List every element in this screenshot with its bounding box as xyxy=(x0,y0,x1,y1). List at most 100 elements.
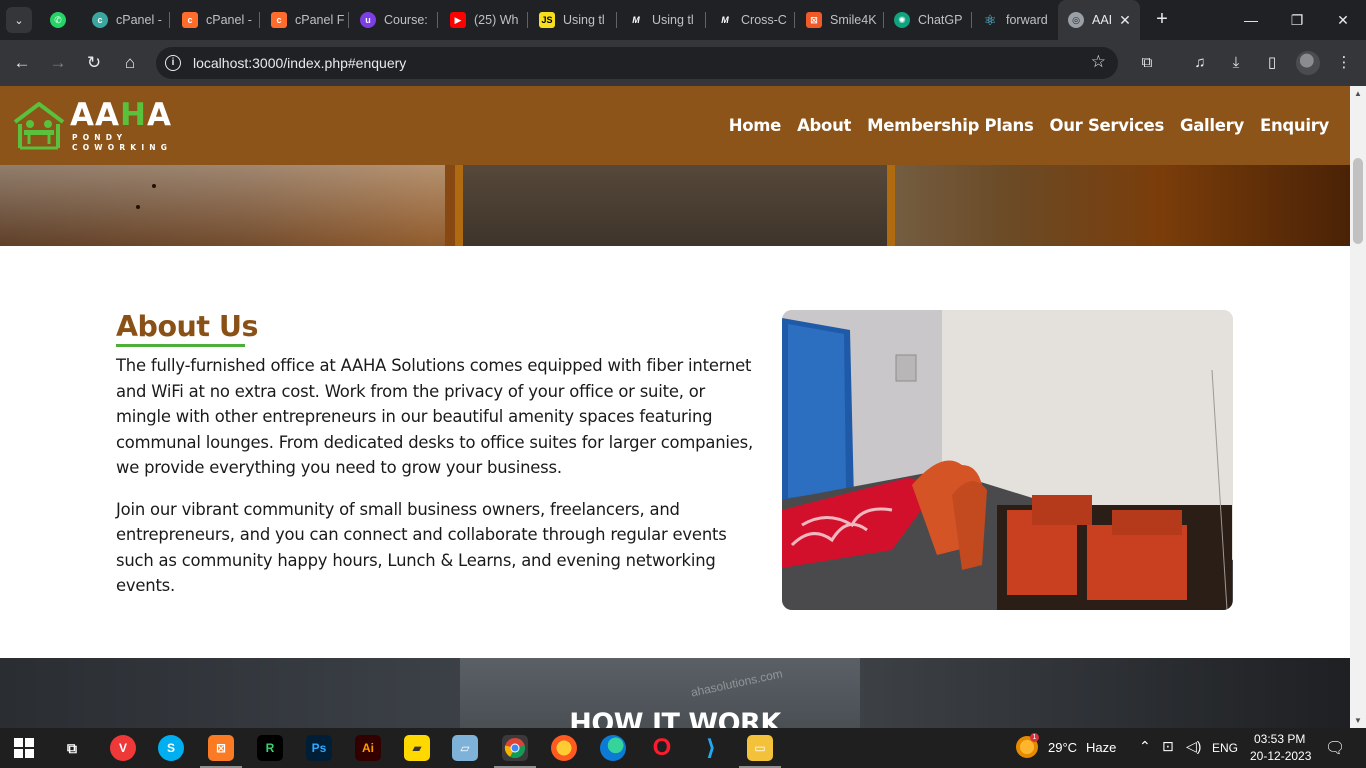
about-paragraph-1: The fully-furnished office at AAHA Solut… xyxy=(116,356,753,477)
network-icon[interactable]: ⊡ xyxy=(1162,738,1174,755)
chatgpt-icon: ✺ xyxy=(894,12,910,28)
site-header: AAHA PONDY COWORKING Home About Membersh… xyxy=(0,86,1350,165)
file-explorer-icon[interactable]: ▭ xyxy=(739,735,781,768)
browser-toolbar: ← → ↻ ⌂ i localhost:3000/index.php#enque… xyxy=(0,40,1366,86)
about-heading-underline xyxy=(116,344,245,347)
tab-cpanel-3[interactable]: c cPanel F xyxy=(271,8,349,32)
forward-button[interactable]: → xyxy=(46,51,70,75)
react-icon: ⚛ xyxy=(983,11,997,28)
cpanel-icon: c xyxy=(271,12,287,28)
how-it-works-heading: HOW IT WORK xyxy=(569,708,781,728)
tab-title: cPanel F xyxy=(295,13,345,27)
logo-title: AAHA xyxy=(70,97,172,133)
chrome-icon[interactable] xyxy=(494,735,536,768)
tab-title: cPanel - xyxy=(116,13,162,27)
edge-icon[interactable] xyxy=(600,735,626,761)
rider-icon[interactable]: R xyxy=(257,735,283,761)
office-lounge-illustration xyxy=(782,310,1233,610)
tab-title: Course: xyxy=(384,13,428,27)
extensions-icon[interactable]: ⧉ xyxy=(1135,51,1159,75)
new-tab-button[interactable]: + xyxy=(1150,8,1174,32)
xampp-icon[interactable]: ⊠ xyxy=(200,735,242,768)
close-window-button[interactable]: ✕ xyxy=(1328,8,1358,32)
browser-menu-icon[interactable]: ⋮ xyxy=(1332,51,1356,75)
reload-button[interactable]: ↻ xyxy=(82,51,106,75)
about-heading: About Us xyxy=(116,310,258,343)
weather-notification-badge: 1 xyxy=(1030,733,1039,742)
address-bar[interactable]: i localhost:3000/index.php#enquery ☆ xyxy=(156,47,1118,79)
about-text: The fully-furnished office at AAHA Solut… xyxy=(116,353,756,599)
vscode-icon[interactable]: ⟩ xyxy=(698,735,724,761)
tab-cpanel-1[interactable]: c cPanel - xyxy=(92,8,170,32)
cpanel-icon: c xyxy=(92,12,108,28)
nav-link-home[interactable]: Home xyxy=(729,116,782,135)
nav-link-gallery[interactable]: Gallery xyxy=(1180,116,1244,135)
tab-title: Smile4K xyxy=(830,13,877,27)
vivaldi-icon[interactable]: V xyxy=(110,735,136,761)
tab-search-button[interactable]: ⌄ xyxy=(6,7,32,33)
clock-date[interactable]: 20-12-2023 xyxy=(1250,749,1311,763)
site-logo[interactable]: AAHA PONDY COWORKING xyxy=(12,98,171,154)
js-icon: JS xyxy=(539,12,555,28)
profile-avatar[interactable] xyxy=(1296,51,1320,75)
hero-banner-image xyxy=(0,165,1350,246)
youtube-icon: ▶ xyxy=(450,12,466,28)
tab-cross-c[interactable]: M Cross-C xyxy=(717,8,795,32)
back-button[interactable]: ← xyxy=(10,51,34,75)
office-lounge-photo xyxy=(782,310,1233,610)
tab-course[interactable]: u Course: xyxy=(360,8,438,32)
tab-chatgpt[interactable]: ✺ ChatGP xyxy=(894,8,972,32)
medium-icon: M xyxy=(717,12,733,28)
smile-icon: ⊠ xyxy=(806,12,822,28)
tab-smile4k[interactable]: ⊠ Smile4K xyxy=(806,8,884,32)
hero-mark xyxy=(152,184,156,188)
clock-time[interactable]: 03:53 PM xyxy=(1254,732,1305,746)
side-panel-icon[interactable]: ▯ xyxy=(1260,51,1284,75)
volume-icon[interactable]: ◁) xyxy=(1186,738,1201,755)
nav-link-enquiry[interactable]: Enquiry xyxy=(1260,116,1329,135)
sticky-notes-icon[interactable]: ▰ xyxy=(404,735,430,761)
illustrator-icon[interactable]: Ai xyxy=(355,735,381,761)
tab-using-1[interactable]: JS Using tl xyxy=(539,8,617,32)
windows-start-icon[interactable] xyxy=(11,735,37,761)
downloads-icon[interactable]: ⤓ xyxy=(1224,51,1248,75)
tab-cpanel-2[interactable]: c cPanel - xyxy=(182,8,260,32)
home-button[interactable]: ⌂ xyxy=(118,51,142,75)
restore-window-button[interactable]: ❐ xyxy=(1282,8,1312,32)
course-icon: u xyxy=(360,12,376,28)
skype-icon[interactable]: S xyxy=(158,735,184,761)
opera-icon[interactable]: O xyxy=(649,734,675,761)
media-controls-icon[interactable]: ♫ xyxy=(1188,51,1212,75)
page-scrollbar[interactable]: ▲ ▼ xyxy=(1350,86,1366,728)
scroll-up-arrow-icon[interactable]: ▲ xyxy=(1354,89,1362,98)
tab-forward[interactable]: ⚛ forward xyxy=(982,8,1060,32)
minimize-window-button[interactable]: — xyxy=(1236,8,1266,32)
weather-description[interactable]: Haze xyxy=(1086,740,1116,755)
whatsapp-icon: ✆ xyxy=(50,12,66,28)
show-hidden-icons-icon[interactable]: ⌃ xyxy=(1139,738,1151,755)
nav-link-about[interactable]: About xyxy=(797,116,851,135)
url-text[interactable]: localhost:3000/index.php#enquery xyxy=(193,55,406,71)
scrollbar-thumb[interactable] xyxy=(1353,158,1363,244)
site-info-icon[interactable]: i xyxy=(165,55,181,71)
scroll-down-arrow-icon[interactable]: ▼ xyxy=(1354,716,1362,725)
browser-tab-strip: ⌄ ✆ c cPanel - c cPanel - c cPanel F u C… xyxy=(0,0,1366,40)
windows-taskbar: ⧉ V S ⊠ R Ps Ai ▰ ▱ O ⟩ ▭ 1 29°C Haze ⌃ … xyxy=(0,728,1366,768)
about-section: About Us The fully-furnished office at A… xyxy=(0,246,1350,658)
tab-title: (25) Wh xyxy=(474,13,519,27)
how-it-works-section: ahasolutions.com HOW IT WORK xyxy=(0,658,1350,728)
bookmark-star-icon[interactable]: ☆ xyxy=(1091,52,1106,72)
tab-youtube[interactable]: ▶ (25) Wh xyxy=(450,8,528,32)
nav-link-our-services[interactable]: Our Services xyxy=(1050,116,1165,135)
photoshop-icon[interactable]: Ps xyxy=(306,735,332,761)
nav-link-membership-plans[interactable]: Membership Plans xyxy=(867,116,1034,135)
close-tab-icon[interactable]: ✕ xyxy=(1117,12,1133,28)
notepad-icon[interactable]: ▱ xyxy=(452,735,478,761)
input-language[interactable]: ENG xyxy=(1212,741,1238,755)
task-view-icon[interactable]: ⧉ xyxy=(59,735,85,761)
notifications-icon[interactable]: 🗨 xyxy=(1325,738,1345,758)
tab-whatsapp[interactable]: ✆ xyxy=(50,8,76,32)
firefox-icon[interactable] xyxy=(551,735,577,761)
weather-temperature[interactable]: 29°C xyxy=(1048,740,1077,755)
tab-using-2[interactable]: M Using tl xyxy=(628,8,706,32)
